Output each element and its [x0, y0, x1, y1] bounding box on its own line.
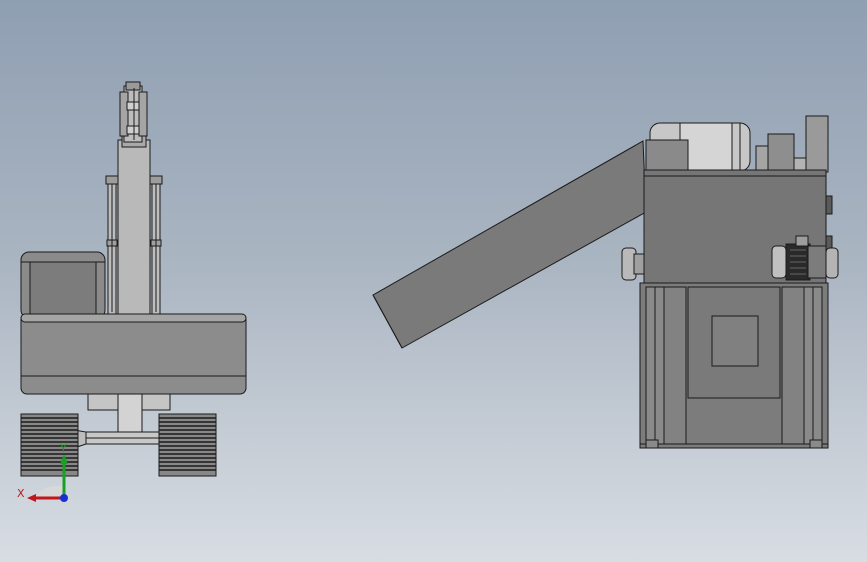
lower-frame: [639, 282, 829, 449]
triad-x-arrowhead: [27, 494, 36, 502]
triad-y-label: Y: [59, 442, 67, 455]
excavator-track-left: [20, 413, 79, 477]
cad-viewport[interactable]: X Y: [0, 0, 867, 562]
excavator-cab: [20, 251, 106, 319]
cad-scene: X Y: [17, 81, 839, 502]
top-drum: [645, 115, 829, 173]
machine-side-view[interactable]: [372, 115, 839, 449]
excavator-body: [20, 313, 247, 395]
excavator-track-right: [158, 413, 217, 477]
inclined-chute: [372, 140, 647, 349]
excavator-front-view[interactable]: [20, 81, 247, 477]
side-roller-left: [621, 247, 645, 281]
excavator-boom: [117, 81, 151, 316]
triad-z-axis: [60, 494, 68, 502]
excavator-undercarriage: [73, 393, 173, 449]
triad-x-label: X: [17, 487, 25, 500]
